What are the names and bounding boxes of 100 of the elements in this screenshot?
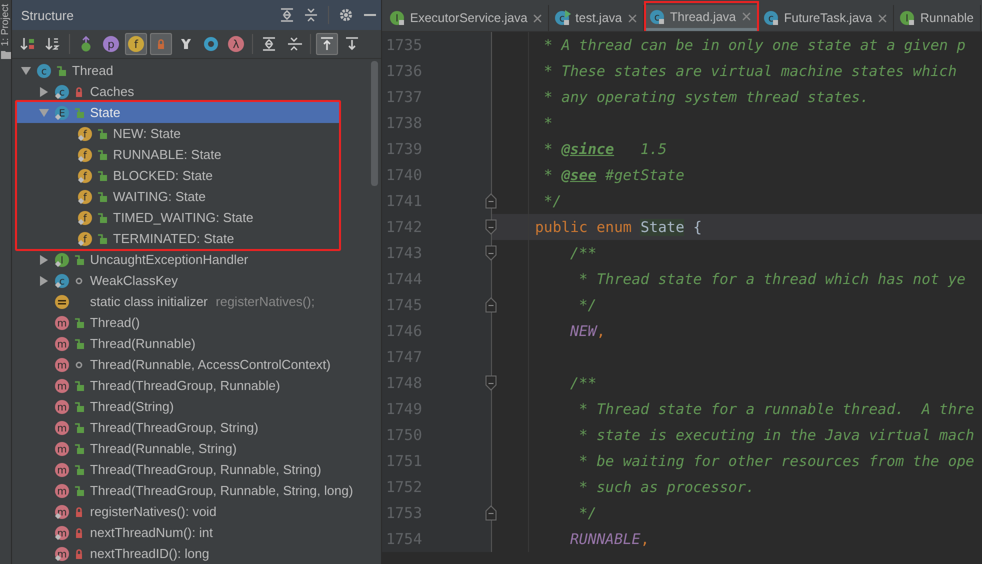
fold-marker-icon[interactable] [485, 374, 497, 392]
field-icon: f [77, 188, 95, 204]
code-text: NEW [569, 322, 597, 340]
expanded-arrow-icon[interactable] [21, 66, 31, 76]
fold-marker-icon[interactable] [485, 244, 497, 262]
close-icon[interactable] [742, 12, 751, 21]
tree-item[interactable]: m Thread(ThreadGroup, Runnable) [12, 375, 381, 396]
enum-icon: E [54, 104, 72, 120]
code-text: * A thread can be in only one state at a given p [542, 36, 966, 54]
tree-item[interactable]: m Thread(Runnable, String) [12, 438, 381, 459]
class-file-icon: c [763, 10, 781, 26]
field-icon: f [77, 146, 95, 162]
code-text: 1.5 [639, 140, 667, 158]
method-icon: m [54, 356, 72, 372]
tree-item[interactable]: static class initializer registerNatives(); [12, 291, 381, 312]
fold-marker-icon[interactable] [485, 296, 497, 314]
interface-icon: I [54, 252, 72, 268]
tree-item[interactable]: c Thread [12, 60, 381, 81]
code-text: , [596, 322, 606, 340]
tree-item[interactable]: f TERMINATED: State [17, 228, 339, 249]
tree-item[interactable]: m Thread(Runnable, AccessControlContext) [12, 354, 381, 375]
arrow-down-icon [344, 36, 360, 52]
tree-item[interactable]: m Thread(ThreadGroup, Runnable, String) [12, 459, 381, 480]
code-text: #getState [604, 166, 684, 184]
folder-icon [0, 50, 10, 60]
tree-item[interactable]: c Caches [12, 81, 381, 102]
field-icon: f [77, 230, 95, 246]
tree-item[interactable]: f TIMED_WAITING: State [17, 207, 339, 228]
code-text: @see [561, 166, 597, 184]
collapse-all-icon [286, 36, 302, 52]
method-icon: m [54, 482, 72, 498]
collapsed-arrow-icon[interactable] [39, 86, 49, 96]
scroll-to-button[interactable] [316, 33, 338, 55]
tree-item[interactable]: m Thread(ThreadGroup, Runnable, String, long) [12, 480, 381, 501]
tree-item[interactable]: f WAITING: State [17, 186, 339, 207]
collapsed-arrow-icon[interactable] [39, 276, 49, 286]
tree-item[interactable]: m Thread(String) [12, 396, 381, 417]
tree-item[interactable]: m Thread() [12, 312, 381, 333]
code-text: State [640, 218, 684, 236]
method-icon: m [54, 378, 72, 394]
settings-icon[interactable] [339, 8, 353, 22]
collapse-all-icon[interactable] [304, 8, 318, 22]
arrow-up-icon [319, 36, 335, 52]
scrollbar[interactable] [371, 61, 378, 186]
method-icon: m [54, 314, 72, 330]
code-text: , [640, 530, 650, 548]
code-text: */ [578, 296, 597, 314]
close-icon[interactable] [628, 14, 637, 22]
interface-file-icon: I [389, 10, 407, 26]
code-text: * Thread state for a thread which has not ye [578, 270, 966, 288]
class-icon: c [36, 62, 54, 78]
letter-button[interactable]: f [125, 33, 147, 55]
collapsed-arrow-icon[interactable] [39, 254, 49, 264]
class-file-icon: c [648, 8, 667, 24]
tree-item[interactable]: c WeakClassKey [12, 270, 381, 291]
sort-by-visibility-icon [20, 36, 36, 52]
code-text: * [542, 140, 554, 158]
tree-item[interactable]: I UncaughtExceptionHandler [12, 249, 381, 270]
tree-item[interactable]: f RUNNABLE: State [17, 144, 339, 165]
method-icon: m [54, 462, 72, 478]
initializer-icon [54, 294, 72, 310]
code-text: /** [569, 244, 597, 262]
close-icon[interactable] [878, 14, 888, 22]
code-text: * Thread state for a runnable thread. A thre [578, 400, 974, 418]
code-text: /** [569, 374, 597, 392]
ring-icon [203, 36, 219, 52]
method-icon: m [54, 398, 72, 414]
tree-item[interactable]: f BLOCKED: State [17, 165, 339, 186]
close-icon[interactable] [533, 14, 542, 22]
method-icon: m [54, 336, 72, 352]
code-text: @since [561, 140, 614, 158]
method-icon: m [54, 440, 72, 456]
field-icon: f [77, 126, 95, 142]
code-text: * [542, 166, 554, 184]
tree-item[interactable]: f NEW: State [17, 123, 339, 144]
fork-icon [178, 36, 194, 52]
code-text: RUNNABLE [569, 530, 640, 548]
code-text: * any operating system thread states. [542, 88, 869, 106]
class-icon: c [54, 84, 72, 100]
tree-item[interactable]: m Thread(ThreadGroup, String) [12, 417, 381, 438]
code-text: * state is executing in the Java virtual mach [578, 426, 974, 444]
fold-marker-icon[interactable] [485, 504, 497, 522]
tree-item[interactable]: E State [17, 102, 339, 123]
code-text: * [542, 114, 553, 132]
expand-all-icon[interactable] [280, 8, 294, 22]
code-text: */ [542, 192, 562, 210]
class-file-icon: c [554, 10, 572, 26]
fold-marker-icon[interactable] [485, 192, 497, 210]
code-text: */ [578, 504, 597, 522]
field-icon: f [77, 210, 95, 226]
code-text: { [692, 218, 702, 236]
code-text: * These states are virtual machine states which [542, 62, 957, 80]
project-tab[interactable]: 1: Project [0, 4, 11, 46]
fold-marker-icon[interactable] [485, 218, 497, 236]
method-icon: m [54, 420, 72, 436]
class-icon: c [54, 272, 72, 288]
code-text: public enum [535, 218, 633, 236]
tree-item[interactable]: m Thread(Runnable) [12, 333, 381, 354]
sort-alphabetically-icon [45, 36, 61, 52]
field-icon: f [77, 168, 95, 184]
